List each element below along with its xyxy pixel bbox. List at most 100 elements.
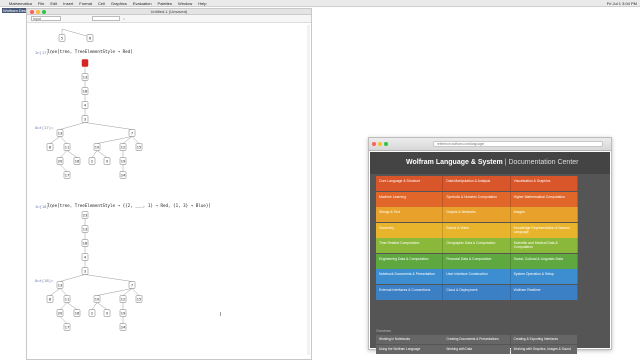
category-tile[interactable]: Machine Learning [376,191,444,207]
tree-node[interactable]: 18 [81,239,89,247]
tree-node[interactable]: 15 [135,143,143,151]
tree-node[interactable]: 4 [81,101,89,109]
category-tile[interactable]: Images [510,207,578,222]
tree-node[interactable]: 8 [46,143,54,151]
tree-node[interactable]: 5 [58,34,66,42]
doc-zoom-button[interactable] [384,142,388,146]
overview-link[interactable]: Creating Documents & Presentations [443,335,511,344]
url-bar[interactable]: reference.wolfram.com/language/ [433,141,603,147]
tree-root-node[interactable] [81,59,89,67]
tree-node[interactable]: 16 [73,309,81,317]
category-tile[interactable]: Sound & Video [443,222,511,238]
category-tile[interactable]: Wolfram Realtime [510,284,578,300]
tree-node[interactable]: 20 [56,157,64,165]
category-row: Strings & Text Graphs & Networks Images [376,207,578,222]
tree-node[interactable]: 13 [56,129,64,137]
category-tile[interactable]: Financial Data & Computation [443,253,511,269]
menu-bar: Mathematica File Edit Insert Format Cell… [0,0,640,7]
tree-node[interactable]: 10 [93,295,101,303]
text-cursor-icon: I [220,312,222,318]
tree-node[interactable]: 16 [73,157,81,165]
svg-text:3: 3 [84,269,86,273]
category-tile[interactable]: Scientific and Medical Data & Computatio… [510,238,578,253]
overview-link[interactable]: Working with Data [443,344,511,354]
category-tile[interactable]: Higher Mathematical Computation [510,191,578,207]
svg-text:13: 13 [83,227,88,231]
svg-text:15: 15 [137,145,142,149]
category-tile[interactable]: Strings & Text [376,207,444,222]
category-grid: Core Language & Structure Data Manipulati… [376,176,578,300]
doc-close-button[interactable] [372,142,376,146]
tree-node[interactable]: 13 [81,73,89,81]
category-tile[interactable]: Geographic Data & Computation [443,238,511,253]
tree-graphics: 5 6 13 18 4 3 13 7 8 11 10 12 15 20 16 2 9 19 17 24 23 13 18 4 3… [46,28,143,331]
tree-node[interactable]: 3 [81,115,89,123]
tree-node[interactable]: 20 [56,309,64,317]
tree-node[interactable]: 9 [103,157,111,165]
tree-node[interactable]: 2 [88,309,96,317]
tree-node[interactable]: 18 [81,87,89,95]
menu-help[interactable]: Help [195,0,209,6]
category-row: Core Language & Structure Data Manipulati… [376,176,578,191]
category-tile[interactable]: External Interfaces & Connections [376,284,444,300]
tree-node[interactable]: 24 [119,323,127,331]
category-tile[interactable]: Social, Cultural & Linguistic Data [510,253,578,269]
category-tile[interactable]: Knowledge Representation & Natural Langu… [510,222,578,238]
tree-node[interactable]: 19 [119,157,127,165]
menu-format[interactable]: Format [76,0,95,6]
tree-node[interactable]: 24 [119,171,127,179]
tree-node[interactable]: 17 [63,323,71,331]
menu-edit[interactable]: Edit [47,0,60,6]
tree-edge [49,136,61,144]
tree-node[interactable]: 17 [63,171,71,179]
menu-insert[interactable]: Insert [60,0,76,6]
category-tile[interactable]: Core Language & Structure [376,176,444,191]
tree-node[interactable]: 13 [81,225,89,233]
tree-node[interactable]: 12 [119,295,127,303]
menu-evaluation[interactable]: Evaluation [130,0,155,6]
svg-text:13: 13 [83,75,88,79]
menu-palettes[interactable]: Palettes [155,0,175,6]
menu-graphics[interactable]: Graphics [108,0,130,6]
tree-node[interactable]: 15 [135,295,143,303]
category-tile[interactable]: Engineering Data & Computation [376,253,444,269]
tree-node[interactable]: 6 [86,34,94,42]
overview-link[interactable]: Working in Notebooks [376,335,443,344]
tree-node[interactable]: 13 [56,281,64,289]
category-tile[interactable]: Symbolic & Numeric Computation [443,191,511,207]
category-tile[interactable]: Data Manipulation & Analysis [443,176,511,191]
tree-root-node[interactable]: 23 [81,211,89,219]
tree-edge [66,302,78,310]
overview-link[interactable]: Using the Wolfram Language [376,344,443,354]
tree-edge [59,122,86,130]
tree-node[interactable]: 8 [46,295,54,303]
tree-node[interactable]: 11 [63,295,71,303]
menu-app[interactable]: Mathematica [6,0,35,6]
category-tile[interactable]: Visualization & Graphics [510,176,578,191]
tree-node[interactable]: 10 [93,143,101,151]
tree-node[interactable]: 7 [128,281,136,289]
tree-node[interactable]: 12 [119,143,127,151]
category-tile[interactable]: Geometry [376,222,444,238]
doc-minimize-button[interactable] [378,142,382,146]
overview-link[interactable]: Creating & Exporting Interfaces [510,335,578,344]
category-tile[interactable]: Cloud & Deployment [443,284,511,300]
tree-node[interactable]: 11 [63,143,71,151]
tree-node[interactable]: 7 [128,129,136,137]
svg-text:10: 10 [95,297,100,301]
tree-node[interactable]: 4 [81,253,89,261]
menu-file[interactable]: File [35,0,47,6]
overview-link[interactable]: Working with Graphics, Images & Sound [510,344,578,354]
menu-window[interactable]: Window [175,0,195,6]
category-row: Geometry Sound & Video Knowledge Represent… [376,222,578,238]
category-tile[interactable]: System Operation & Setup [510,269,578,284]
tree-node[interactable]: 9 [103,309,111,317]
category-tile[interactable]: Notebook Documents & Presentation [376,269,444,284]
category-tile[interactable]: Graphs & Networks [443,207,511,222]
menu-cell[interactable]: Cell [95,0,108,6]
tree-node[interactable]: 19 [119,309,127,317]
tree-node[interactable]: 3 [81,267,89,275]
category-tile[interactable]: Time-Related Computation [376,238,444,253]
category-tile[interactable]: User Interface Construction [443,269,511,284]
tree-node[interactable]: 2 [88,157,96,165]
